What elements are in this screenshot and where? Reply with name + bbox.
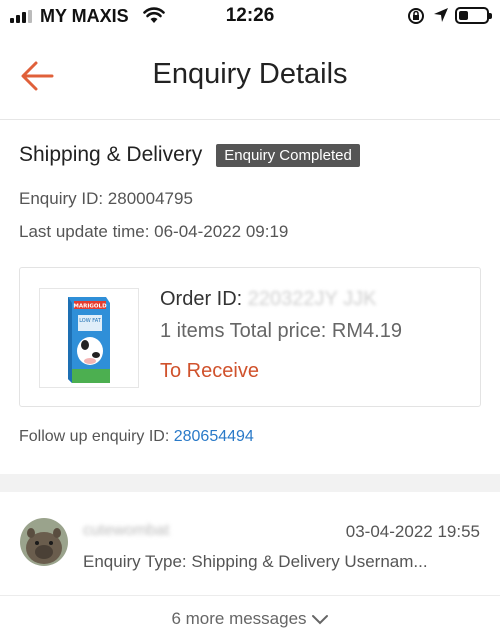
order-id-label: Order ID: [160, 288, 248, 310]
enquiry-header: Shipping & Delivery Enquiry Completed [19, 143, 360, 167]
order-id-value: 220322JY JJK [247, 288, 377, 310]
message-preview: Enquiry Type: Shipping & Delivery Userna… [83, 552, 428, 571]
last-update-time: Last update time: 06-04-2022 09:19 [19, 222, 289, 241]
message-time: 03-04-2022 19:55 [345, 522, 480, 541]
milk-carton-image: MARIGOLD LOW FAT [68, 297, 110, 383]
more-messages-label: 6 more messages [171, 609, 307, 628]
order-id: Order ID: 220322JY JJK [160, 288, 376, 311]
product-image: MARIGOLD LOW FAT [39, 288, 139, 388]
battery-level [459, 11, 468, 20]
battery-icon [455, 7, 492, 24]
followup-enquiry-link[interactable]: 280654494 [174, 428, 254, 445]
followup-enquiry: Follow up enquiry ID: 280654494 [19, 428, 254, 446]
chevron-down-icon [311, 614, 328, 624]
avatar [20, 518, 68, 566]
header: Enquiry Details [0, 34, 500, 120]
wombat-avatar-image [20, 518, 68, 566]
status-time: 12:26 [225, 5, 275, 26]
rotation-lock-icon [408, 8, 424, 24]
enquiry-id: Enquiry ID: 280004795 [19, 189, 193, 208]
status-badge: Enquiry Completed [216, 143, 360, 167]
sender-name: cutewombat [83, 522, 170, 539]
location-arrow-icon [434, 8, 448, 22]
section-divider [0, 474, 500, 492]
followup-label: Follow up enquiry ID: [19, 428, 174, 445]
more-messages-button[interactable]: 6 more messages [0, 609, 500, 629]
enquiry-type-title: Shipping & Delivery [19, 143, 203, 166]
order-status: To Receive [160, 360, 259, 382]
status-bar: MY MAXIS 12:26 [0, 0, 500, 34]
product-brand: MARIGOLD [73, 304, 107, 310]
order-card[interactable]: MARIGOLD LOW FAT Order ID: 220322JY JJK … [19, 267, 481, 407]
order-items-price: 1 items Total price: RM4.19 [160, 320, 402, 342]
message-item[interactable]: cutewombat 03-04-2022 19:55 Enquiry Type… [0, 500, 500, 596]
product-variant: LOW FAT [79, 318, 102, 324]
page-title: Enquiry Details [152, 58, 348, 90]
